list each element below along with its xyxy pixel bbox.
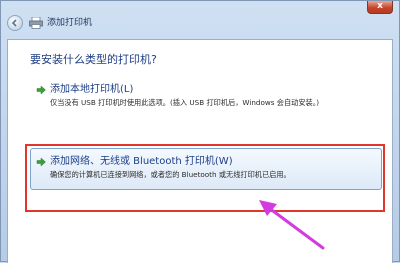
annotation-highlight-box [25,144,385,212]
title-bar: 添加打印机 x [1,1,399,39]
option-local-printer-description: 仅当没有 USB 打印机时使用此选项。(插入 USB 打印机后，Windows … [50,98,320,107]
page-question: 要安装什么类型的打印机? [30,53,157,66]
green-arrow-icon [36,85,46,95]
back-arrow-icon [11,19,17,27]
add-printer-window: 添加打印机 x 要安装什么类型的打印机? 添加本地打印机(L) 仅当没有 USB… [0,0,400,263]
option-local-printer[interactable]: 添加本地打印机(L) [50,83,133,96]
back-button[interactable] [7,15,23,31]
wizard-content: 要安装什么类型的打印机? 添加本地打印机(L) 仅当没有 USB 打印机时使用此… [7,39,393,263]
window-title: 添加打印机 [47,18,93,28]
printer-icon [29,17,43,29]
pointer-arrow-icon [259,200,325,250]
close-icon: x [377,1,383,11]
close-button[interactable]: x [367,1,393,14]
